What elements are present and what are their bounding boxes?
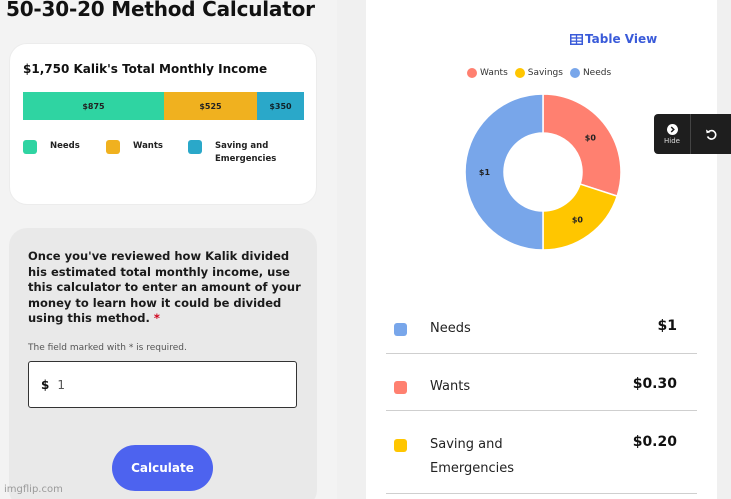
income-split-bar: $875 $525 $350 xyxy=(23,92,304,120)
legend-label-saving-line2: Emergencies xyxy=(215,154,277,164)
chart-legend-dot-savings xyxy=(514,68,525,78)
donut-label-needs: $1 xyxy=(479,168,491,177)
income-card: $1,750 Kalik's Total Monthly Income $875… xyxy=(9,43,317,205)
summary-label-needs: Needs xyxy=(430,321,471,336)
chart-legend-wants[interactable]: Wants xyxy=(467,68,508,78)
donut-slice-needs[interactable] xyxy=(464,93,544,251)
undo-icon xyxy=(705,129,716,140)
legend-swatch-saving xyxy=(188,140,202,154)
legend-item-wants: Wants xyxy=(106,140,163,154)
summary-row-saving: Saving and Emergencies $0.20 xyxy=(386,411,697,494)
bar-segment-needs: $875 xyxy=(23,92,164,120)
legend-label-wants: Wants xyxy=(133,141,163,151)
results-card: Table View Wants Savings Needs $0 $0 $1 Ne… xyxy=(366,0,717,499)
table-icon xyxy=(570,33,583,45)
summary-label-saving-line2: Emergencies xyxy=(430,461,515,476)
legend-item-saving: Saving and Emergencies xyxy=(188,140,276,166)
legend-label-saving-line1: Saving and xyxy=(215,141,269,151)
summary-swatch-saving xyxy=(394,439,407,452)
donut-chart: $0 $0 $1 xyxy=(464,93,622,251)
summary-row-wants: Wants $0.30 xyxy=(386,354,697,411)
summary-swatch-wants xyxy=(394,381,407,394)
amount-value[interactable]: 1 xyxy=(57,378,65,392)
summary-value-wants: $0.30 xyxy=(632,376,677,392)
table-view-label: Table View xyxy=(585,32,658,46)
hide-button[interactable]: Hide xyxy=(654,114,691,154)
summary-row-needs: Needs $1 xyxy=(386,310,697,354)
summary-value-needs: $1 xyxy=(657,318,677,334)
chart-legend-dot-needs xyxy=(569,68,580,78)
summary-label-wants: Wants xyxy=(430,379,471,394)
form-instructions-text: Once you've reviewed how Kalik divided h… xyxy=(28,249,301,325)
currency-symbol: $ xyxy=(41,377,50,392)
legend-item-needs: Needs xyxy=(23,140,80,154)
form-instructions: Once you've reviewed how Kalik divided h… xyxy=(28,249,303,327)
donut-label-savings: $0 xyxy=(572,215,584,224)
legend-swatch-wants xyxy=(106,140,120,154)
required-star: * xyxy=(153,311,160,325)
watermark: imgflip.com xyxy=(4,484,63,495)
summary-label-saving-line1: Saving and xyxy=(430,437,503,452)
hide-label: Hide xyxy=(664,136,680,145)
chart-legend-label-savings: Savings xyxy=(527,68,563,78)
income-title: $1,750 Kalik's Total Monthly Income xyxy=(23,62,268,76)
chart-legend-label-wants: Wants xyxy=(480,68,508,78)
donut-slice-wants[interactable] xyxy=(542,93,622,198)
chart-legend-needs[interactable]: Needs xyxy=(569,68,612,78)
required-note: The field marked with * is required. xyxy=(28,343,187,353)
chart-legend: Wants Savings Needs xyxy=(467,68,618,78)
chart-legend-dot-wants xyxy=(467,68,477,78)
page-title: 50-30-20 Method Calculator xyxy=(6,0,315,21)
table-view-link[interactable]: Table View xyxy=(570,32,657,46)
summary-label-saving: Saving and Emergencies xyxy=(430,433,514,481)
bar-segment-saving: $350 xyxy=(257,92,304,120)
chart-legend-savings[interactable]: Savings xyxy=(514,68,563,78)
bar-segment-wants: $525 xyxy=(164,92,257,120)
calculator-form-card: Once you've reviewed how Kalik divided h… xyxy=(9,228,317,499)
donut-label-wants: $0 xyxy=(585,134,597,143)
chart-legend-label-needs: Needs xyxy=(582,68,612,78)
undo-button[interactable] xyxy=(691,114,731,154)
left-column: 50-30-20 Method Calculator $1,750 Kalik'… xyxy=(0,0,337,499)
amount-input[interactable]: $ 1 xyxy=(28,361,297,408)
hide-icon xyxy=(666,123,678,135)
summary-swatch-needs xyxy=(394,323,407,336)
legend-label-saving: Saving and Emergencies xyxy=(215,140,276,166)
calculate-button[interactable]: Calculate xyxy=(112,445,213,491)
summary-value-saving: $0.20 xyxy=(632,434,677,450)
legend-label-needs: Needs xyxy=(50,141,80,151)
legend-swatch-needs xyxy=(23,140,37,154)
floating-toolbar: Hide xyxy=(654,114,731,154)
